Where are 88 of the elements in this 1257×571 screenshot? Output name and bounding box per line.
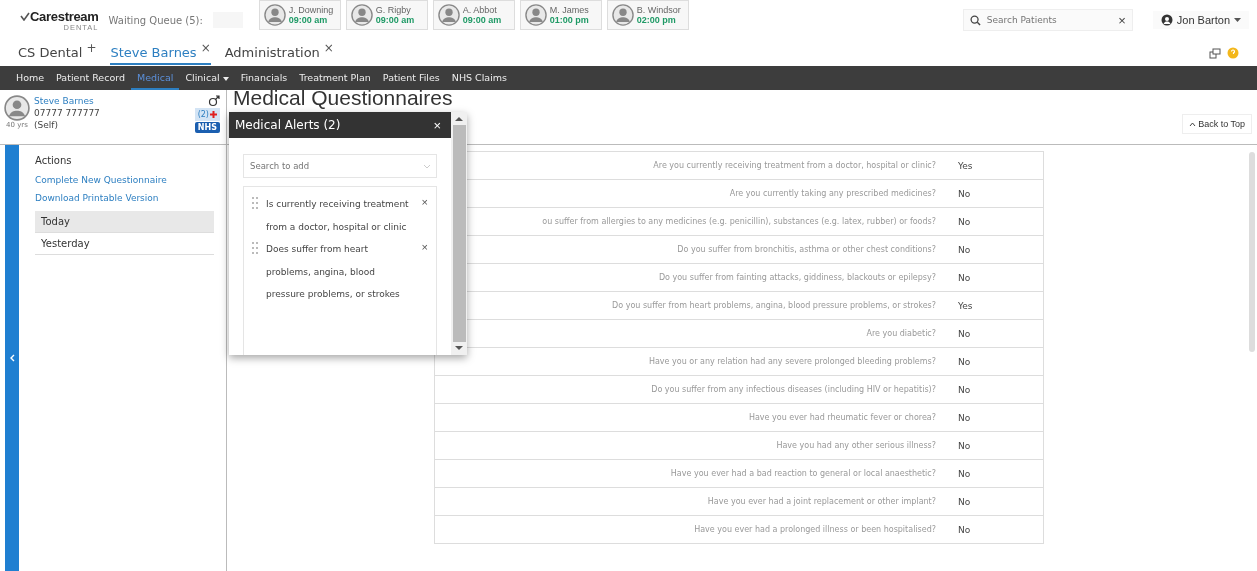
nhs-badge: NHS bbox=[194, 122, 220, 133]
alert-text: Is currently receiving treatment from a doctor, hospital or clinic bbox=[266, 198, 410, 234]
action-link[interactable]: Download Printable Version bbox=[35, 193, 214, 203]
user-menu[interactable]: Jon Barton bbox=[1152, 11, 1249, 29]
question-text: Have you ever had a joint replacement or other implant? bbox=[706, 497, 937, 506]
chevron-left-icon bbox=[9, 354, 15, 362]
question-text: Are you currently receiving treatment from a doctor, hospital or clinic? bbox=[652, 161, 937, 170]
nav-item[interactable]: Home bbox=[10, 66, 51, 90]
answer-text: No bbox=[957, 272, 972, 283]
help-icon[interactable] bbox=[1227, 47, 1239, 59]
action-link[interactable]: Complete New Questionnaire bbox=[35, 175, 214, 185]
waiting-queue-label: Waiting Queue (5): bbox=[108, 14, 203, 26]
scroll-up-icon[interactable] bbox=[455, 116, 463, 122]
caret-icon[interactable] bbox=[423, 162, 431, 170]
patient-relation: (Self) bbox=[34, 119, 59, 131]
question-text: Have you ever had a bad reaction to general or local anaesthetic? bbox=[669, 469, 937, 478]
popup-scrollbar[interactable] bbox=[451, 112, 467, 355]
answer-text: No bbox=[957, 244, 972, 255]
chevron-up-icon bbox=[1188, 122, 1196, 127]
appointment-chip[interactable]: J. Downing 09:00 am bbox=[258, 0, 341, 30]
remove-button[interactable]: × bbox=[421, 241, 428, 253]
medical-alerts-badge[interactable]: (2) bbox=[194, 108, 220, 121]
caret-icon bbox=[222, 76, 229, 81]
nav-item[interactable]: NHS Claims bbox=[445, 66, 514, 90]
avatar-icon bbox=[437, 4, 460, 26]
question-text: Do you suffer from any infectious diseases (including HIV or hepatitis)? bbox=[650, 385, 937, 394]
avatar-icon bbox=[4, 95, 30, 121]
patient-name[interactable]: Steve Barnes bbox=[34, 95, 191, 107]
search-icon bbox=[969, 14, 981, 26]
question-text: Have you or any relation had any severe prolonged bleeding problems? bbox=[647, 357, 937, 366]
drag-handle-icon[interactable] bbox=[252, 242, 258, 254]
answer-text: No bbox=[957, 216, 972, 227]
search-to-add-field[interactable]: Search to add bbox=[243, 154, 437, 178]
scrollbar[interactable] bbox=[1249, 152, 1255, 352]
search-field[interactable]: Search Patients × bbox=[962, 9, 1133, 31]
remove-button[interactable]: × bbox=[421, 196, 428, 208]
question-text: Have you ever had a prolonged illness or been hospitalised? bbox=[693, 525, 937, 534]
nav-item[interactable]: Financials bbox=[234, 66, 294, 90]
patient-tab[interactable]: Steve Barnes × bbox=[110, 41, 211, 65]
answer-text: No bbox=[957, 412, 972, 423]
avatar-icon bbox=[350, 4, 373, 26]
answer-text: No bbox=[957, 468, 972, 479]
back-to-top-button[interactable]: Back to Top bbox=[1181, 114, 1252, 134]
appointment-chip[interactable]: B. Windsor 02:00 pm bbox=[606, 0, 689, 30]
appointment-chip[interactable]: G. Rigby 09:00 am bbox=[345, 0, 428, 30]
question-text: Do you suffer from fainting attacks, giddiness, blackouts or epilepsy? bbox=[657, 273, 937, 282]
appointment-chip[interactable]: A. Abbot 09:00 am bbox=[432, 0, 515, 30]
avatar-icon bbox=[611, 4, 634, 26]
drag-handle-icon[interactable] bbox=[252, 197, 258, 209]
alert-text: Does suffer from heart problems, angina, blood pressure problems, or strokes bbox=[266, 243, 401, 301]
answer-text: No bbox=[957, 188, 972, 199]
patient-phone: 07777 777777 bbox=[34, 107, 101, 119]
nav-item[interactable]: Treatment Plan bbox=[293, 66, 377, 90]
caret-icon bbox=[1234, 17, 1241, 23]
patient-tab[interactable]: CS Dental + bbox=[18, 41, 97, 65]
answer-text: Yes bbox=[957, 160, 974, 171]
question-text: Do you suffer from heart problems, angina, blood pressure problems, or strokes? bbox=[611, 301, 937, 310]
questionnaire-date-item[interactable]: Today bbox=[35, 211, 214, 233]
user-icon bbox=[1160, 14, 1173, 26]
answer-text: No bbox=[957, 524, 972, 535]
clear-button[interactable]: × bbox=[1118, 12, 1126, 28]
answer-text: No bbox=[957, 328, 972, 339]
answer-text: No bbox=[957, 356, 972, 367]
actions-heading: Actions bbox=[35, 155, 73, 166]
nav-item[interactable]: Clinical bbox=[179, 66, 235, 90]
nav-item[interactable]: Patient Record bbox=[50, 66, 131, 90]
answer-text: Yes bbox=[957, 300, 974, 311]
answer-text: No bbox=[957, 496, 972, 507]
windows-icon[interactable] bbox=[1209, 47, 1221, 59]
question-text: Have you had any other serious illness? bbox=[775, 441, 937, 450]
question-text: Are you currently taking any prescribed medicines? bbox=[728, 189, 937, 198]
question-text: Have you ever had rheumatic fever or chorea? bbox=[747, 413, 937, 422]
question-text: Do you suffer from bronchitis, asthma or other chest conditions? bbox=[676, 245, 937, 254]
answer-text: No bbox=[957, 384, 972, 395]
close-button[interactable]: × bbox=[433, 117, 441, 133]
male-icon bbox=[208, 95, 220, 107]
question-text: ou suffer from allergies to any medicines (e.g. penicillin), substances (e.g. latex, rubber) or foods? bbox=[541, 217, 937, 226]
page-title: Medical Questionnaires bbox=[233, 87, 453, 108]
avatar-icon bbox=[524, 4, 547, 26]
avatar-icon bbox=[263, 4, 286, 26]
question-text: Are you diabetic? bbox=[865, 329, 937, 338]
nav-item[interactable]: Patient Files bbox=[376, 66, 446, 90]
patient-tab[interactable]: Administration × bbox=[224, 41, 334, 65]
popup-title: Medical Alerts (2) bbox=[235, 118, 341, 132]
appointment-chip[interactable]: M. James 01:00 pm bbox=[519, 0, 602, 30]
scroll-down-icon[interactable] bbox=[455, 345, 463, 351]
answer-text: No bbox=[957, 440, 972, 451]
collapse-sidebar-bar[interactable] bbox=[5, 145, 19, 571]
